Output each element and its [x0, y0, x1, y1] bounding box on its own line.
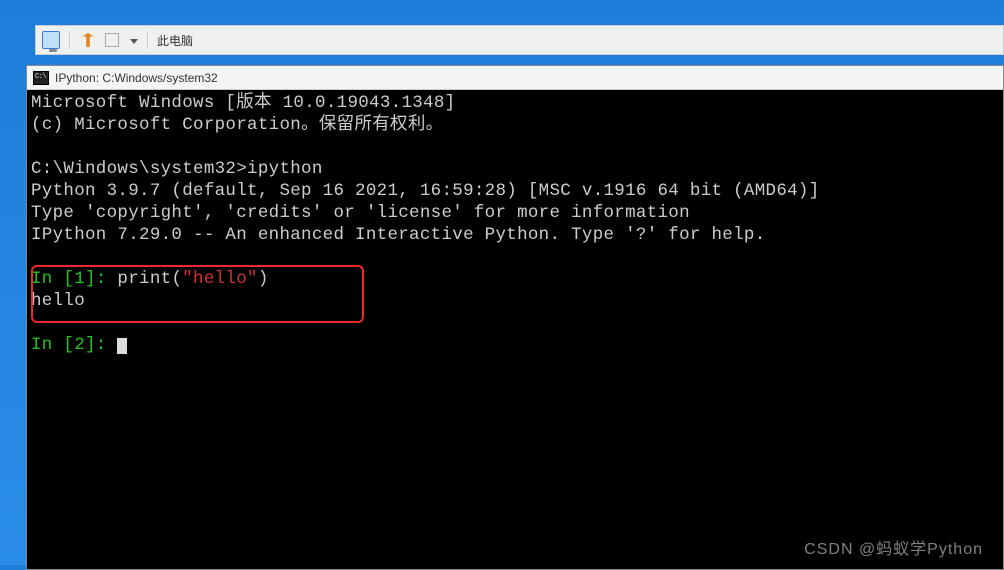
explorer-toolbar: 此电脑: [35, 25, 1004, 55]
command-window: IPython: C:Windows/system32 Microsoft Wi…: [26, 65, 1004, 570]
computer-icon[interactable]: [42, 32, 60, 48]
ipython-banner-line: IPython 7.29.0 -- An enhanced Interactiv…: [31, 225, 766, 245]
cmd-icon: [33, 71, 49, 85]
csdn-watermark: CSDN @蚂蚁学Python: [804, 539, 983, 561]
python-hint-line: Type 'copyright', 'credits' or 'license'…: [31, 203, 690, 223]
dropdown-toggle[interactable]: [127, 31, 138, 49]
checkbox-icon[interactable]: [103, 32, 121, 48]
highlight-annotation-box: [31, 265, 364, 323]
copyright-line: (c) Microsoft Corporation。保留所有权利。: [31, 115, 443, 135]
python-version-line: Python 3.9.7 (default, Sep 16 2021, 16:5…: [31, 181, 820, 201]
explorer-location-label: 此电脑: [157, 32, 193, 49]
ipython-in-prompt-2: In [2]:: [31, 335, 117, 355]
window-title: IPython: C:Windows/system32: [55, 71, 218, 85]
pin-icon[interactable]: [79, 32, 97, 48]
cursor-icon: [117, 338, 127, 354]
window-titlebar[interactable]: IPython: C:Windows/system32: [27, 66, 1003, 90]
separator: [147, 31, 148, 49]
shell-prompt-line: C:\Windows\system32>ipython: [31, 159, 323, 179]
winver-line: Microsoft Windows [版本 10.0.19043.1348]: [31, 93, 455, 113]
terminal-output[interactable]: Microsoft Windows [版本 10.0.19043.1348] (…: [27, 90, 1003, 569]
separator: [69, 31, 70, 49]
